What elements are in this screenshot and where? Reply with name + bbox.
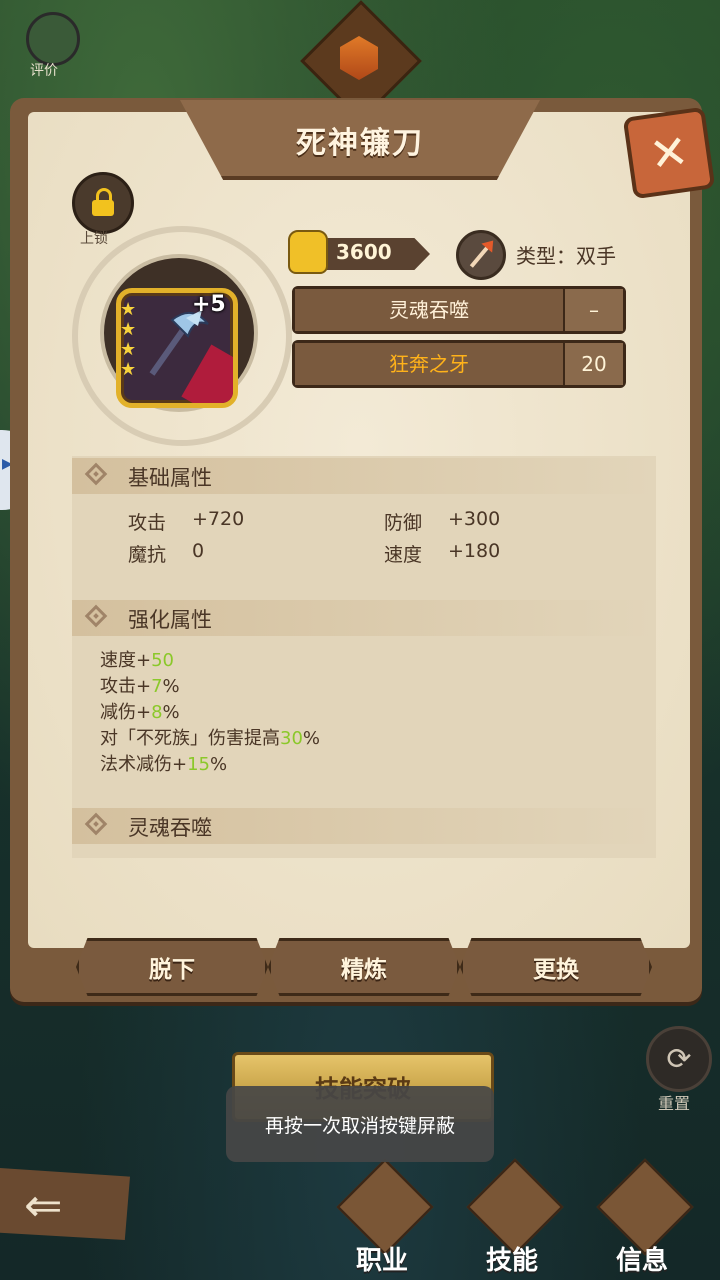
weapon-type: 类型：双手	[516, 244, 616, 268]
skill-value: –	[565, 289, 623, 331]
refine-button[interactable]: 精炼	[268, 938, 460, 996]
star-icon: ★	[120, 359, 137, 380]
enhance-level: +5	[192, 292, 226, 317]
lock-button[interactable]	[72, 172, 134, 234]
stat-value: +180	[448, 540, 501, 562]
stat-name: 速度	[384, 544, 423, 566]
skill-value: 20	[565, 343, 623, 385]
nav-skill-label: 技能	[485, 1246, 538, 1276]
back-button[interactable]: ⇐	[0, 1168, 130, 1240]
enhance-line: 减伤+8%	[100, 702, 180, 723]
nav-info-label: 信息	[615, 1246, 668, 1276]
lock-icon	[92, 188, 114, 216]
diamond-icon	[84, 462, 108, 486]
star-icon: ★	[120, 339, 137, 360]
stat-value: 0	[192, 540, 205, 562]
enhance-line: 攻击+7%	[100, 676, 180, 697]
item-title: 死神镰刀	[296, 126, 424, 161]
enhance-line: 速度+50	[100, 650, 174, 671]
refine-label: 精炼	[341, 957, 387, 983]
star-icon: ★	[120, 319, 137, 340]
item-price: 3600	[336, 240, 392, 264]
back-arrow-icon: ⇐	[24, 1178, 63, 1232]
weapon-type-icon	[456, 230, 506, 280]
skill-name: 狂奔之牙	[295, 343, 566, 385]
nav-class-label: 职业	[355, 1246, 408, 1276]
skill-row[interactable]: 狂奔之牙 20	[292, 340, 626, 388]
reset-label: 重置	[658, 1094, 691, 1113]
nav-info[interactable]: 信息	[590, 1158, 694, 1280]
stat-value: +720	[192, 508, 245, 530]
skill-name: 灵魂吞噬	[295, 289, 566, 331]
section-enhance-header: 强化属性	[72, 600, 656, 636]
star-icon: ★	[120, 299, 137, 320]
lock-label: 上锁	[80, 231, 108, 247]
rate-button[interactable]	[26, 12, 80, 66]
nav-class[interactable]: 职业	[330, 1158, 434, 1280]
stat-value: +300	[448, 508, 501, 530]
diamond-icon	[84, 604, 108, 628]
section-basic-title: 基础属性	[128, 466, 212, 490]
section-soul-title: 灵魂吞噬	[128, 816, 212, 840]
skill-row[interactable]: 灵魂吞噬 –	[292, 286, 626, 334]
unequip-label: 脱下	[149, 957, 195, 983]
fist-icon	[288, 230, 328, 274]
nav-skill[interactable]: 技能	[460, 1158, 564, 1280]
stat-name: 攻击	[128, 512, 167, 534]
unequip-button[interactable]: 脱下	[76, 938, 268, 996]
section-enhance-title: 强化属性	[128, 608, 212, 632]
enhance-line: 对「不死族」伤害提高30%	[100, 728, 321, 749]
reset-icon[interactable]: ⟳	[646, 1026, 712, 1092]
replace-label: 更换	[533, 957, 579, 983]
section-soul-header: 灵魂吞噬	[72, 808, 656, 844]
stat-name: 防御	[384, 512, 423, 534]
close-icon: ✕	[646, 123, 692, 183]
rate-label: 评价	[30, 63, 58, 79]
replace-button[interactable]: 更换	[460, 938, 652, 996]
diamond-icon	[84, 812, 108, 836]
stat-name: 魔抗	[128, 544, 167, 566]
enhance-line: 法术减伤+15%	[100, 754, 228, 775]
toast-message: 再按一次取消按键屏蔽	[226, 1086, 494, 1162]
close-button[interactable]: ✕	[622, 106, 716, 200]
toast-text: 再按一次取消按键屏蔽	[264, 1114, 455, 1137]
section-basic-header: 基础属性	[72, 458, 656, 494]
